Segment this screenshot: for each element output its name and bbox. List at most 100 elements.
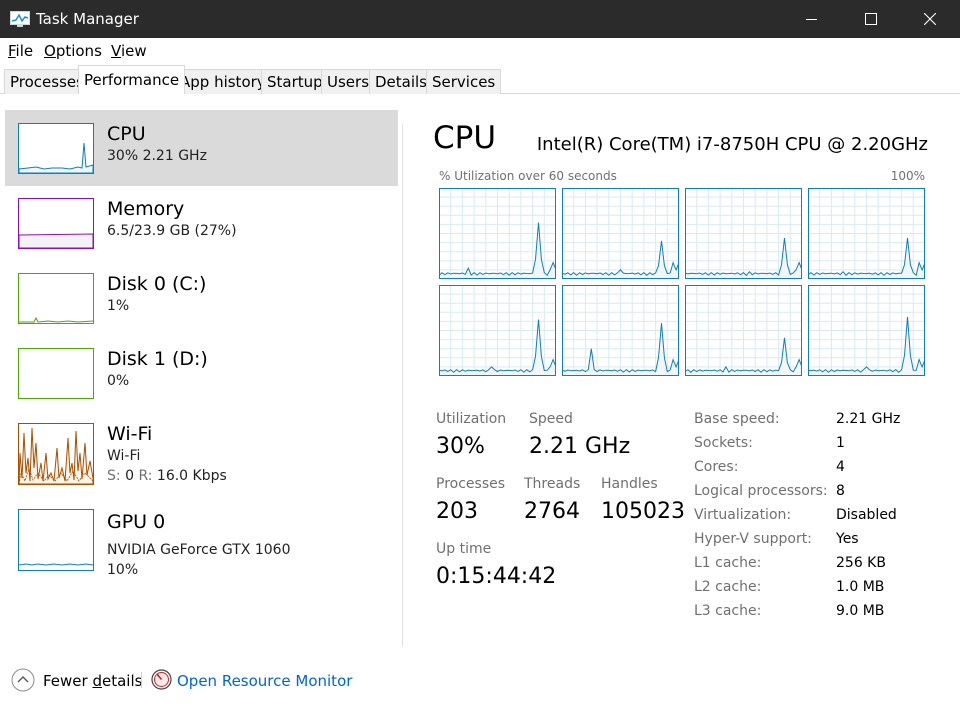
gpu-thumbnail-graph (18, 509, 94, 571)
maximize-button[interactable] (841, 0, 900, 38)
bottom-separator (141, 672, 142, 688)
sidebar-item-name: Disk 0 (C:) (107, 273, 207, 295)
spec-label: Sockets: (694, 435, 753, 451)
logical-processor-graph (685, 188, 802, 279)
wifi-throughput: S: 0 R: 16.0 Kbps (107, 468, 227, 484)
spec-label: L3 cache: (694, 603, 762, 619)
spec-value: 8 (836, 483, 845, 499)
spec-label: L2 cache: (694, 579, 762, 595)
menu-options[interactable]: Options (44, 42, 102, 60)
sidebar-item-disk-1[interactable]: Disk 1 (D:) 0% (5, 335, 398, 411)
logical-processor-graph (439, 188, 556, 279)
close-button[interactable] (900, 0, 959, 38)
logical-processor-graph (439, 285, 556, 376)
cpu-model-name: Intel(R) Core(TM) i7-8750H CPU @ 2.20GHz (536, 134, 928, 155)
wifi-send-label: S: (107, 468, 121, 484)
graph-caption: % Utilization over 60 seconds (439, 169, 617, 183)
sidebar-item-name: Disk 1 (D:) (107, 348, 208, 370)
spec-value: 9.0 MB (836, 603, 885, 619)
sidebar-item-sub-2: 10% (107, 562, 139, 578)
sidebar-item-name: GPU 0 (107, 511, 166, 533)
sidebar-item-memory[interactable]: Memory 6.5/23.9 GB (27%) (5, 185, 398, 261)
sidebar-item-name: Wi-Fi (107, 423, 153, 445)
spec-value: 256 KB (836, 555, 886, 571)
tab-startup[interactable]: Startup (261, 69, 329, 94)
spec-label: Hyper-V support: (694, 531, 812, 547)
uptime-value: 0:15:44:42 (436, 564, 557, 589)
panel-divider[interactable] (402, 124, 403, 646)
minimize-button[interactable] (782, 0, 841, 38)
sidebar-item-sub: 6.5/23.9 GB (27%) (107, 223, 237, 239)
sidebar-item-name: Memory (107, 198, 185, 220)
speed-value: 2.21 GHz (529, 434, 631, 459)
page-title: CPU (433, 120, 497, 156)
sidebar-item-disk-0[interactable]: Disk 0 (C:) 1% (5, 260, 398, 336)
open-resource-monitor-link[interactable]: Open Resource Monitor (177, 672, 352, 690)
minimize-icon (806, 18, 817, 20)
menu-view[interactable]: View (111, 42, 147, 60)
spec-label: Logical processors: (694, 483, 828, 499)
threads-label: Threads (524, 476, 581, 492)
threads-value: 2764 (524, 499, 580, 524)
uptime-label: Up time (436, 541, 492, 557)
wifi-send-value: 0 (125, 468, 134, 484)
tab-users[interactable]: Users (321, 69, 376, 94)
sidebar-item-sub: 30% 2.21 GHz (107, 148, 207, 164)
bottom-bar: Fewer details Open Resource Monitor (0, 660, 960, 700)
spec-value: 1 (836, 435, 845, 451)
resource-monitor-icon (151, 669, 172, 690)
disk-0-thumbnail-graph (18, 273, 94, 324)
tab-performance[interactable]: Performance (78, 65, 186, 94)
tab-app-history[interactable]: App history (174, 69, 272, 94)
spec-value: Yes (836, 531, 859, 547)
logical-processor-graph (562, 285, 679, 376)
utilization-label: Utilization (436, 411, 507, 427)
spec-label: Cores: (694, 459, 739, 475)
disk-1-thumbnail-graph (18, 348, 94, 399)
logical-processor-graph (808, 285, 925, 376)
utilization-value: 30% (436, 434, 485, 459)
graph-max-label: 100% (890, 169, 925, 183)
spec-label: Virtualization: (694, 507, 792, 523)
spec-value: 4 (836, 459, 845, 475)
sidebar-item-sub: 1% (107, 298, 130, 314)
sidebar-item-wifi[interactable]: Wi-Fi Wi-Fi S: 0 R: 16.0 Kbps (5, 410, 398, 494)
sidebar-item-cpu[interactable]: CPU 30% 2.21 GHz (5, 110, 398, 186)
spec-value: 1.0 MB (836, 579, 885, 595)
sidebar-item-sub: NVIDIA GeForce GTX 1060 (107, 542, 291, 558)
maximize-icon (864, 13, 877, 25)
spec-value: 2.21 GHz (836, 411, 901, 427)
tab-strip: Processes Performance App history Startu… (0, 64, 960, 94)
logical-processor-graph (562, 188, 679, 279)
sidebar-item-gpu-0[interactable]: GPU 0 NVIDIA GeForce GTX 1060 10% (5, 498, 398, 582)
wifi-receive-label: R: (138, 468, 153, 484)
wifi-thumbnail-graph (18, 423, 94, 485)
processes-label: Processes (436, 476, 506, 492)
spec-label: L1 cache: (694, 555, 762, 571)
title-bar[interactable]: Task Manager (0, 0, 960, 38)
handles-value: 105023 (601, 499, 685, 524)
logical-processor-graph (685, 285, 802, 376)
sidebar-item-name: CPU (107, 123, 146, 145)
sidebar-item-sub: 0% (107, 373, 130, 389)
processes-value: 203 (436, 499, 478, 524)
wifi-receive-value: 16.0 Kbps (156, 468, 227, 484)
resource-sidebar: CPU 30% 2.21 GHz Memory 6.5/23.9 GB (27%… (5, 108, 399, 588)
sidebar-item-sub: Wi-Fi (107, 448, 141, 464)
tab-details[interactable]: Details (369, 69, 434, 94)
chevron-up-icon[interactable] (11, 668, 35, 692)
spec-label: Base speed: (694, 411, 780, 427)
spec-value: Disabled (836, 507, 897, 523)
logical-processor-graph (808, 188, 925, 279)
memory-thumbnail-graph (18, 198, 94, 249)
speed-label: Speed (529, 411, 573, 427)
window-title: Task Manager (36, 10, 139, 28)
menu-bar: File Options View (0, 38, 960, 64)
tab-services[interactable]: Services (426, 69, 502, 94)
fewer-details-button[interactable]: Fewer details (43, 672, 142, 690)
handles-label: Handles (601, 476, 658, 492)
close-icon (923, 13, 936, 25)
cpu-thumbnail-graph (18, 123, 94, 174)
menu-file[interactable]: File (8, 42, 33, 60)
task-manager-icon (10, 11, 30, 27)
